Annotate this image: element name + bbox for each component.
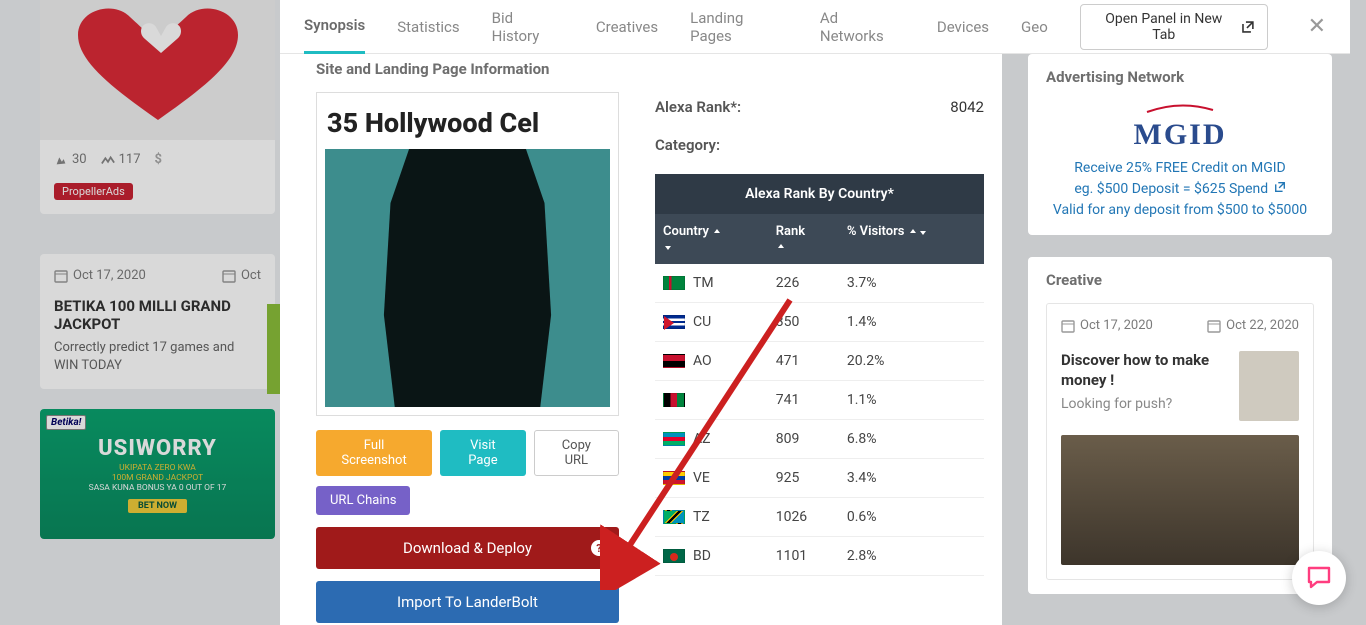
creative-headline: Discover how to make money ! bbox=[1061, 351, 1225, 390]
creative-date-end: Oct 22, 2020 bbox=[1207, 318, 1299, 333]
flag-icon bbox=[663, 393, 685, 407]
creative-title: Creative bbox=[1046, 271, 1314, 289]
flag-icon bbox=[663, 510, 685, 524]
chat-icon bbox=[1305, 564, 1333, 592]
creative-card: Creative Oct 17, 2020 Oct 22, 2020 Disco… bbox=[1028, 257, 1332, 594]
download-deploy-button[interactable]: Download & Deploy ? bbox=[316, 527, 619, 569]
rank-table-header: Alexa Rank By Country* bbox=[655, 174, 984, 214]
ad-link-3[interactable]: Valid for any deposit from $500 to $5000 bbox=[1053, 202, 1307, 218]
rank-table: Alexa Rank By Country* Country Rank % Vi… bbox=[655, 174, 984, 576]
sort-down-icon bbox=[663, 242, 673, 252]
screenshot-preview: 35 Hollywood Cel bbox=[316, 92, 619, 416]
mgid-logo: MGID bbox=[1046, 100, 1314, 158]
tab-landing-pages[interactable]: Landing Pages bbox=[690, 0, 788, 54]
table-row: AO47120.2% bbox=[655, 342, 984, 381]
tab-synopsis[interactable]: Synopsis bbox=[304, 0, 365, 54]
external-link-icon bbox=[1241, 20, 1255, 34]
flag-icon bbox=[663, 432, 685, 446]
sort-up-icon bbox=[908, 227, 918, 237]
calendar-icon bbox=[1207, 319, 1221, 333]
table-row: BD11012.8% bbox=[655, 537, 984, 576]
category-label: Category: bbox=[655, 136, 720, 154]
open-new-tab-button[interactable]: Open Panel in New Tab bbox=[1080, 4, 1268, 50]
screenshot-image bbox=[325, 149, 610, 407]
alexa-rank-label: Alexa Rank*: bbox=[655, 98, 741, 116]
help-icon: ? bbox=[591, 540, 607, 556]
flag-icon bbox=[663, 276, 685, 290]
external-link-icon bbox=[1274, 181, 1286, 193]
creative-image bbox=[1061, 435, 1299, 565]
sort-down-icon bbox=[918, 227, 928, 237]
creative-sub: Looking for push? bbox=[1061, 396, 1225, 412]
visit-page-button[interactable]: Visit Page bbox=[440, 430, 526, 476]
col-rank[interactable]: Rank bbox=[768, 214, 839, 264]
tab-geo[interactable]: Geo bbox=[1021, 0, 1048, 54]
ad-link-2[interactable]: eg. $500 Deposit = $625 Spend bbox=[1074, 181, 1285, 197]
col-visitors[interactable]: % Visitors bbox=[839, 214, 984, 264]
creative-date-start: Oct 17, 2020 bbox=[1061, 318, 1153, 333]
table-row: AZ8096.8% bbox=[655, 420, 984, 459]
tab-devices[interactable]: Devices bbox=[937, 0, 989, 54]
ad-link-1[interactable]: Receive 25% FREE Credit on MGID bbox=[1074, 160, 1285, 176]
chat-button[interactable] bbox=[1292, 551, 1346, 605]
ad-network-card: Advertising Network MGID Receive 25% FRE… bbox=[1028, 54, 1332, 235]
alexa-rank-value: 8042 bbox=[950, 98, 984, 116]
tab-ad-networks[interactable]: Ad Networks bbox=[820, 0, 905, 54]
url-chains-button[interactable]: URL Chains bbox=[316, 486, 410, 515]
tab-creatives[interactable]: Creatives bbox=[596, 0, 658, 54]
import-landerbolt-button[interactable]: Import To LanderBolt bbox=[316, 581, 619, 623]
ad-network-title: Advertising Network bbox=[1046, 68, 1314, 86]
close-icon[interactable]: ✕ bbox=[1308, 14, 1326, 39]
table-row: CU3501.4% bbox=[655, 303, 984, 342]
sort-up-icon bbox=[776, 242, 786, 252]
flag-icon bbox=[663, 354, 685, 368]
table-row: TZ10260.6% bbox=[655, 498, 984, 537]
flag-icon bbox=[663, 315, 685, 329]
creative-thumb bbox=[1239, 351, 1299, 421]
flag-icon bbox=[663, 471, 685, 485]
sort-up-icon bbox=[712, 227, 722, 237]
screenshot-headline: 35 Hollywood Cel bbox=[325, 101, 610, 149]
table-row: TM2263.7% bbox=[655, 264, 984, 303]
calendar-icon bbox=[1061, 319, 1075, 333]
tab-bar: Synopsis Statistics Bid History Creative… bbox=[280, 0, 1350, 54]
full-screenshot-button[interactable]: Full Screenshot bbox=[316, 430, 432, 476]
tab-statistics[interactable]: Statistics bbox=[397, 0, 459, 54]
flag-icon bbox=[663, 549, 685, 563]
detail-panel: Synopsis Statistics Bid History Creative… bbox=[280, 0, 1350, 625]
tab-bid-history[interactable]: Bid History bbox=[492, 0, 564, 54]
table-row: 7411.1% bbox=[655, 381, 984, 420]
col-country[interactable]: Country bbox=[655, 214, 768, 264]
copy-url-button[interactable]: Copy URL bbox=[534, 430, 619, 476]
table-row: VE9253.4% bbox=[655, 459, 984, 498]
section-title: Site and Landing Page Information bbox=[316, 54, 984, 92]
